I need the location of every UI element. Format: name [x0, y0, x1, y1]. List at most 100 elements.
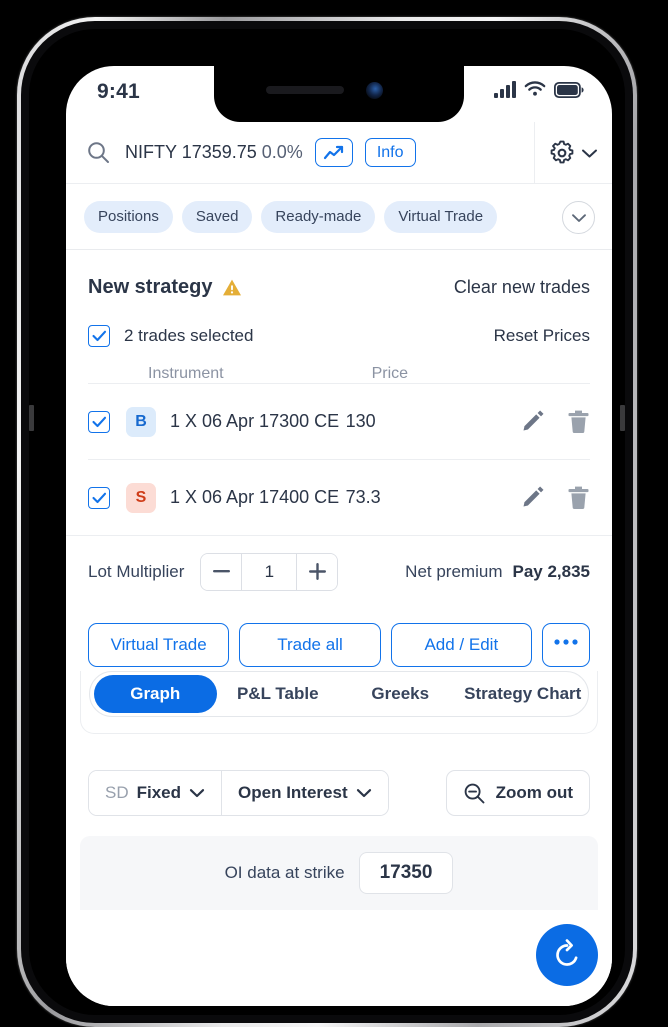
select-all-checkbox[interactable]	[88, 325, 110, 347]
pencil-icon[interactable]	[520, 485, 545, 510]
chip-positions[interactable]: Positions	[84, 200, 173, 233]
status-time: 9:41	[97, 80, 140, 103]
chevron-down-icon	[356, 789, 371, 798]
clear-new-trades-button[interactable]: Clear new trades	[454, 277, 590, 298]
trade-all-button[interactable]: Trade all	[239, 623, 381, 667]
price-value: 130	[345, 411, 376, 431]
warning-triangle-icon[interactable]	[222, 278, 242, 297]
net-premium-group: Net premium Pay 2,835	[405, 562, 590, 582]
lot-multiplier-label: Lot Multiplier	[88, 561, 185, 581]
device-notch	[214, 66, 464, 122]
trades-panel: 2 trades selected Reset Prices Instrumen…	[66, 325, 612, 535]
zoom-out-icon	[464, 783, 485, 803]
tab-greeks[interactable]: Greeks	[339, 675, 462, 713]
sd-mode-dropdown[interactable]: SD Fixed	[89, 771, 222, 815]
increment-button[interactable]	[297, 553, 338, 590]
symbol-change: 0.0%	[261, 142, 303, 162]
plus-icon	[308, 563, 326, 580]
table-row[interactable]: S 1 X 06 Apr 17400 CE 73.3	[88, 459, 590, 535]
table-column-headers: Instrument Price	[88, 365, 590, 383]
oi-strike-value[interactable]: 17350	[358, 852, 454, 894]
instrument-label: 1 X 06 Apr 17400 CE	[170, 487, 340, 507]
oi-strike-strip: OI data at strike 17350	[80, 836, 598, 910]
check-icon	[91, 492, 106, 503]
symbol-price: 17359.75	[181, 142, 257, 162]
battery-full-icon	[554, 82, 584, 98]
search-icon[interactable]	[86, 140, 111, 165]
side-badge-buy: B	[126, 406, 156, 437]
reset-prices-button[interactable]: Reset Prices	[494, 326, 590, 346]
zoom-out-button[interactable]: Zoom out	[445, 770, 590, 816]
oi-label: OI data at strike	[224, 863, 345, 882]
chips-expand-button[interactable]	[562, 201, 595, 234]
minus-icon	[212, 570, 230, 573]
settings-button[interactable]	[534, 122, 612, 184]
view-tabs: Graph P&L Table Greeks Strategy Chart	[89, 671, 589, 717]
status-icons	[494, 81, 584, 98]
virtual-trade-button[interactable]: Virtual Trade	[88, 623, 230, 667]
strategy-header: New strategy Clear new trades	[66, 250, 612, 299]
sd-prefix-label: SD	[105, 783, 129, 802]
info-button[interactable]: Info	[364, 138, 416, 167]
sd-mode-value: Fixed	[136, 783, 182, 802]
chip-ready-made[interactable]: Ready-made	[261, 200, 376, 233]
symbol-quote[interactable]: NIFTY 17359.75 0.0%	[125, 142, 303, 163]
graph-card: Graph P&L Table Greeks Strategy Chart	[80, 671, 598, 734]
row-checkbox[interactable]	[88, 410, 110, 433]
decrement-button[interactable]	[201, 553, 242, 590]
column-header-instrument: Instrument	[148, 365, 224, 382]
phone-frame: 9:41 NIFTY 17359.75 0.0% Info Positions …	[17, 17, 637, 1027]
trash-icon[interactable]	[567, 485, 590, 510]
row-actions	[520, 485, 590, 510]
lot-multiplier-row: Lot Multiplier 1 Net premium Pay 2,835	[66, 535, 612, 607]
symbol-name: NIFTY	[125, 142, 177, 162]
wifi-icon	[524, 81, 546, 96]
pencil-icon[interactable]	[520, 409, 545, 434]
refresh-icon	[556, 939, 578, 966]
tab-strategy-chart[interactable]: Strategy Chart	[462, 675, 585, 713]
gear-icon[interactable]	[549, 140, 575, 166]
selected-count-label: 2 trades selected	[124, 326, 254, 345]
strategy-title-group: New strategy	[88, 276, 242, 299]
column-header-price: Price	[371, 365, 409, 382]
ellipsis-icon[interactable]	[541, 623, 590, 667]
check-icon	[91, 416, 106, 427]
phone-screen: 9:41 NIFTY 17359.75 0.0% Info Positions …	[66, 66, 612, 1006]
lot-multiplier-value[interactable]: 1	[241, 553, 298, 590]
tab-pl-table[interactable]: P&L Table	[217, 675, 340, 713]
select-all-group[interactable]: 2 trades selected	[88, 325, 253, 347]
chip-saved[interactable]: Saved	[181, 200, 253, 233]
main-content: New strategy Clear new trades 2 trades s…	[66, 250, 612, 1006]
phone-bezel-inner: 9:41 NIFTY 17359.75 0.0% Info Positions …	[29, 29, 625, 1015]
table-row[interactable]: B 1 X 06 Apr 17300 CE 130	[88, 383, 590, 459]
earpiece-speaker	[266, 86, 344, 94]
front-camera-icon	[366, 82, 383, 99]
select-all-row: 2 trades selected Reset Prices	[88, 325, 590, 347]
filter-chips-row: Positions Saved Ready-made Virtual Trade	[66, 184, 612, 250]
tab-graph[interactable]: Graph	[94, 675, 217, 713]
trending-up-icon[interactable]	[314, 138, 353, 167]
refresh-button[interactable]	[536, 924, 598, 986]
price-value: 73.3	[345, 487, 381, 507]
overlay-dropdown[interactable]: Open Interest	[221, 771, 388, 815]
chart-controls-row: SD Fixed Open Interest Zoom out	[66, 770, 612, 816]
device-side-button-left	[29, 405, 34, 431]
search-bar[interactable]: NIFTY 17359.75 0.0% Info	[66, 122, 612, 184]
device-side-button-right	[620, 405, 625, 431]
net-premium-label: Net premium	[405, 561, 503, 581]
chevron-down-icon[interactable]	[581, 148, 598, 159]
side-badge-sell: S	[126, 482, 156, 513]
row-actions	[520, 409, 590, 434]
cellular-signal-icon	[494, 81, 516, 98]
chevron-down-icon	[571, 213, 586, 222]
row-checkbox[interactable]	[88, 486, 110, 509]
check-icon	[91, 330, 106, 342]
phone-bezel: 9:41 NIFTY 17359.75 0.0% Info Positions …	[21, 21, 633, 1023]
trash-icon[interactable]	[567, 409, 590, 434]
overlay-value: Open Interest	[238, 783, 348, 802]
zoom-out-label: Zoom out	[495, 783, 573, 802]
add-edit-button[interactable]: Add / Edit	[390, 623, 532, 667]
page-title: New strategy	[88, 276, 213, 298]
quantity-stepper[interactable]: 1	[200, 552, 339, 591]
chip-virtual-trade[interactable]: Virtual Trade	[384, 200, 498, 233]
